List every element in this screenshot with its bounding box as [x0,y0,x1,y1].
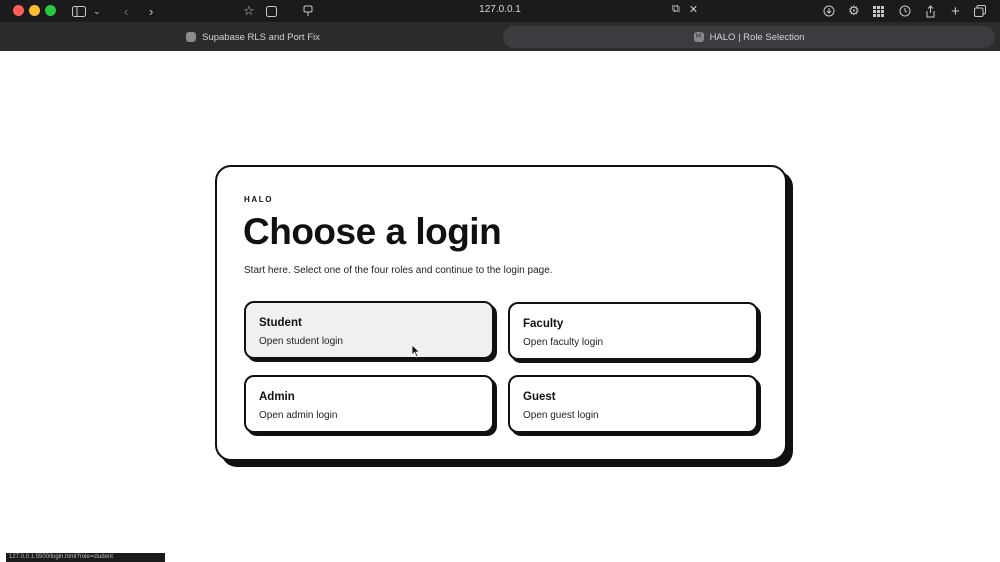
role-button-admin[interactable]: Admin Open admin login [244,375,494,433]
role-selection-card: HALO Choose a login Start here. Select o… [215,165,787,461]
download-icon[interactable] [823,2,835,20]
tab-label: Supabase RLS and Port Fix [202,31,320,43]
tab-favicon-icon [186,32,197,42]
role-description: Open guest login [523,410,599,421]
tab-bar: Supabase RLS and Port Fix H HALO | Role … [0,22,1000,51]
new-tab-icon[interactable]: + [951,2,960,20]
status-bar-url: 127.0.0.1:5500/login.html?role=student [6,553,165,562]
role-description: Open admin login [259,410,338,421]
share-icon[interactable] [925,2,936,20]
tab-label: HALO | Role Selection [709,31,805,43]
brand-label: HALO [244,195,274,204]
role-button-faculty[interactable]: Faculty Open faculty login [508,302,758,360]
tab-favicon-icon: H [693,32,704,42]
clear-url-icon[interactable]: ✕ [689,3,698,16]
role-description: Open student login [259,336,343,347]
role-title: Admin [259,391,295,403]
role-description: Open faculty login [523,337,604,348]
role-button-student[interactable]: Student Open student login [244,301,494,359]
gear-icon[interactable]: ⚙ [848,2,860,20]
role-title: Guest [523,391,556,403]
translate-icon[interactable]: ⧉ [672,3,680,16]
role-button-guest[interactable]: Guest Open guest login [508,375,758,433]
grid-icon[interactable] [873,2,884,20]
tab-halo-role-selection[interactable]: H HALO | Role Selection [503,26,995,48]
role-title: Student [259,317,302,329]
tabs-overview-icon[interactable] [974,2,986,20]
browser-titlebar: ⌄ ‹ › ☆ 127.0.0.1 ⧉ ✕ ⚙ + [0,0,1000,22]
role-title: Faculty [523,318,564,330]
page-title: Choose a login [243,211,502,252]
history-icon[interactable] [899,2,911,20]
mouse-pointer-icon [411,344,421,358]
tab-supabase[interactable]: Supabase RLS and Port Fix [6,26,500,48]
page-subtitle: Start here. Select one of the four roles… [244,265,553,276]
